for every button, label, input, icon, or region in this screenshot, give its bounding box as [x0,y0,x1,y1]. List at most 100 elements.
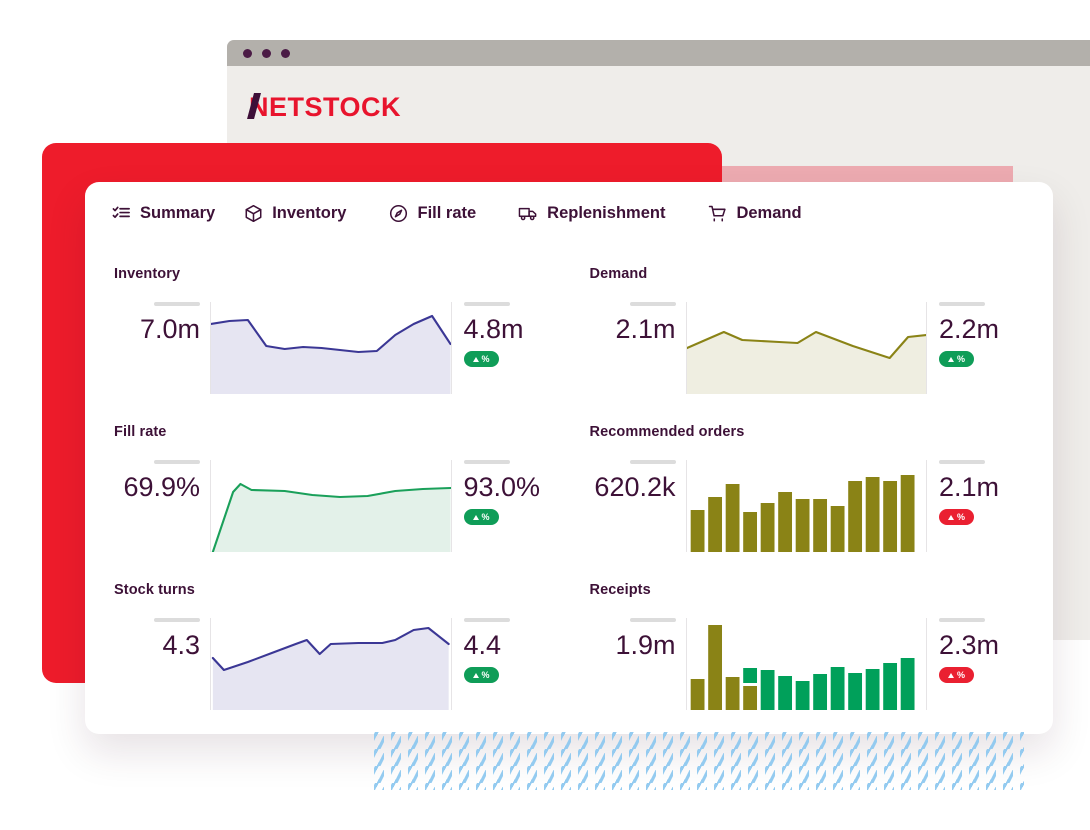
card-receipts-start-value: 1.9m [615,630,676,660]
card-receipts-start: 1.9m [590,618,686,659]
chart-recommended-orders[interactable] [685,460,927,552]
dashboard-panel: Summary Inventory Fill rate Replenishmen… [85,182,1053,734]
card-inventory-title: Inventory [114,266,181,282]
card-inventory-trend-badge: % [463,351,499,368]
trend-up-icon [472,672,479,678]
cart-icon [707,203,727,223]
kpi-rule [463,302,510,306]
card-fill-rate-title: Fill rate [114,424,167,440]
trend-up-icon [948,514,954,520]
cube-icon [243,203,263,223]
tab-fill-rate-label: Fill rate [417,203,477,222]
kpi-rule [629,460,676,464]
card-stock-turns-end: 4.4 % [452,618,548,684]
card-recommended-orders-start-value: 620.2k [594,472,676,502]
logo-n-letter: N [249,92,269,122]
trend-up-icon [948,672,954,678]
kpi-rule [939,302,985,306]
card-stock-turns-body: 4.3 4.4 % [114,618,548,710]
gauge-icon [388,203,408,223]
tab-demand[interactable]: Demand [707,182,802,244]
window-minimize-dot[interactable] [262,48,271,58]
card-demand-trend-badge: % [939,351,975,368]
kpi-rule [629,302,676,306]
card-inventory-end: 4.8m % [452,302,548,368]
checklist-icon [111,203,131,223]
badge-symbol: % [957,354,966,365]
chart-inventory[interactable] [210,302,452,394]
card-receipts-title: Receipts [589,582,651,598]
card-demand-body: 2.1m 2.2m % [590,302,1024,394]
kpi-rule [629,618,676,622]
badge-symbol: % [481,670,490,681]
netstock-logo: NETSTOCK [249,92,401,123]
browser-title-bar [227,40,1090,66]
trend-up-icon [472,514,479,520]
card-fill-rate: Fill rate 69.9% 93.0% % [114,424,548,572]
card-stock-turns-title: Stock turns [114,582,195,598]
kpi-rule [154,302,200,306]
window-maximize-dot[interactable] [281,48,290,58]
kpi-card-grid: Inventory 7.0m 4.8m % Demand 2.1m 2.2m %… [85,244,1053,730]
card-recommended-orders-start: 620.2k [590,460,686,501]
kpi-rule [463,460,510,464]
card-recommended-orders: Recommended orders 620.2k 2.1m % [590,424,1024,572]
badge-symbol: % [481,354,490,365]
card-demand-end-value: 2.2m [939,314,1000,344]
card-recommended-orders-end: 2.1m % [927,460,1023,526]
card-fill-rate-end: 93.0% % [452,460,548,526]
tab-demand-label: Demand [736,203,802,222]
tab-inventory[interactable]: Inventory [243,182,346,244]
screenshot-root: NETSTOCK Summary Inventory Fill rate Rep… [0,0,1090,830]
card-stock-turns: Stock turns 4.3 4.4 % [114,582,548,730]
kpi-rule [939,460,985,464]
tab-replenishment[interactable]: Replenishment [518,182,665,244]
tab-summary[interactable]: Summary [111,182,216,244]
card-stock-turns-start: 4.3 [114,618,210,659]
card-fill-rate-start: 69.9% [114,460,210,501]
card-receipts-trend-badge: % [939,667,975,684]
badge-symbol: % [957,512,966,523]
kpi-rule [939,618,985,622]
card-receipts-body: 1.9m 2.3m % [590,618,1024,710]
card-inventory-body: 7.0m 4.8m % [114,302,548,394]
tab-replenishment-label: Replenishment [547,203,666,222]
card-recommended-orders-end-value: 2.1m [939,472,1000,502]
chart-fill-rate[interactable] [210,460,452,552]
card-receipts: Receipts 1.9m 2.3m % [590,582,1024,730]
tab-summary-label: Summary [140,203,216,222]
card-stock-turns-end-value: 4.4 [463,630,502,660]
tab-fill-rate[interactable]: Fill rate [388,182,476,244]
chart-demand[interactable] [685,302,927,394]
card-inventory-start-value: 7.0m [139,314,200,344]
card-fill-rate-trend-badge: % [463,509,499,526]
card-inventory-end-value: 4.8m [463,314,524,344]
card-inventory-start: 7.0m [114,302,210,343]
logo-rest-letters: ETSTOCK [269,92,402,122]
card-demand-title: Demand [589,266,648,282]
card-receipts-end: 2.3m % [927,618,1023,684]
truck-icon [518,203,538,223]
card-fill-rate-body: 69.9% 93.0% % [114,460,548,552]
kpi-rule [154,460,200,464]
card-recommended-orders-title: Recommended orders [589,424,745,440]
chart-receipts[interactable] [685,618,927,710]
card-fill-rate-end-value: 93.0% [463,472,541,502]
card-stock-turns-start-value: 4.3 [162,630,200,660]
chart-stock-turns[interactable] [210,618,452,710]
card-stock-turns-trend-badge: % [463,667,499,684]
window-close-dot[interactable] [243,48,252,58]
kpi-rule [154,618,200,622]
tab-bar: Summary Inventory Fill rate Replenishmen… [85,182,1053,244]
trend-up-icon [948,356,954,362]
card-demand-start: 2.1m [590,302,686,343]
card-fill-rate-start-value: 69.9% [123,472,200,502]
card-recommended-orders-trend-badge: % [939,509,975,526]
kpi-rule [463,618,510,622]
card-demand: Demand 2.1m 2.2m % [590,266,1024,414]
badge-symbol: % [957,670,966,681]
card-demand-start-value: 2.1m [615,314,676,344]
card-demand-end: 2.2m % [927,302,1023,368]
tab-inventory-label: Inventory [272,203,347,222]
card-receipts-end-value: 2.3m [939,630,1000,660]
